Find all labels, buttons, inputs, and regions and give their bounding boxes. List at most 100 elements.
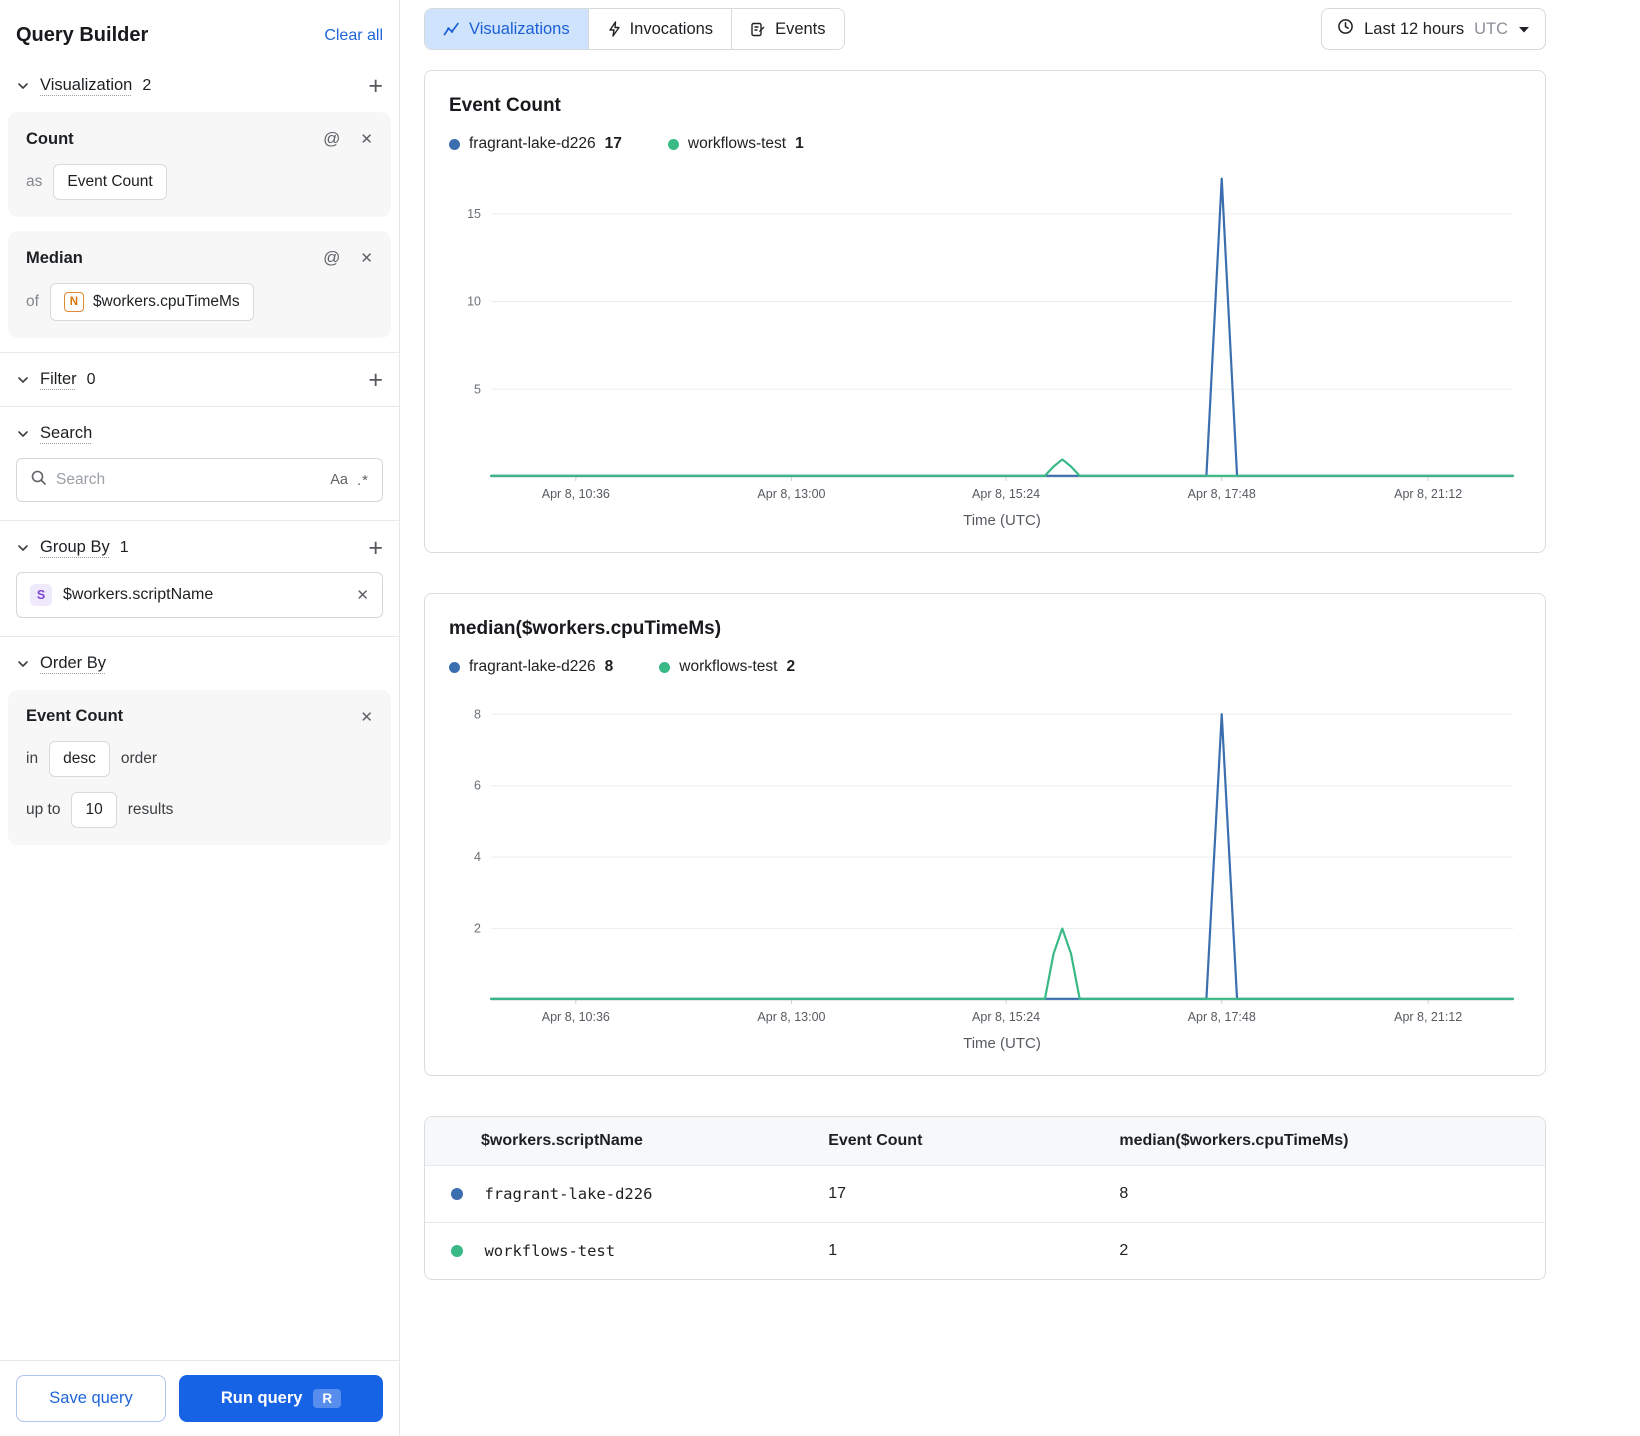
view-tabs: Visualizations Invocations Events [424, 8, 845, 50]
section-divider [0, 406, 399, 407]
save-query-button[interactable]: Save query [16, 1375, 166, 1422]
clear-all-link[interactable]: Clear all [324, 27, 383, 45]
group-by-section-header[interactable]: Group By 1 + [0, 525, 399, 570]
svg-text:Time (UTC): Time (UTC) [963, 512, 1041, 529]
section-divider [0, 520, 399, 521]
svg-text:15: 15 [467, 207, 481, 221]
event-count-alias-field[interactable]: Event Count [53, 164, 167, 200]
topbar: Visualizations Invocations Events Last 1… [424, 8, 1546, 50]
median-function-label[interactable]: Median [26, 249, 323, 268]
order-by-section-header[interactable]: Order By [0, 641, 399, 686]
legend-item[interactable]: fragrant-lake-d226 8 [449, 658, 613, 676]
run-query-button[interactable]: Run query R [179, 1375, 383, 1422]
tab-label: Visualizations [469, 19, 570, 38]
remove-median-button[interactable]: ✕ [360, 249, 373, 267]
search-input[interactable] [56, 471, 322, 489]
sort-direction-field[interactable]: desc [49, 741, 110, 777]
app-root: Query Builder Clear all Visualization 2 … [0, 0, 1640, 1436]
order-by-field-label[interactable]: Event Count [26, 707, 360, 726]
count-function-label[interactable]: Count [26, 130, 323, 149]
add-filter-button[interactable]: + [368, 367, 383, 392]
sort-direction-value: desc [63, 750, 96, 767]
svg-text:Apr 8, 21:12: Apr 8, 21:12 [1394, 1010, 1462, 1024]
group-by-section-label: Group By [40, 538, 110, 556]
script-name-cell: workflows-test [484, 1242, 616, 1261]
filter-section-header[interactable]: Filter 0 + [0, 357, 399, 402]
search-section-label: Search [40, 424, 93, 442]
legend-item[interactable]: workflows-test 1 [667, 135, 804, 153]
svg-text:Apr 8, 17:48: Apr 8, 17:48 [1188, 487, 1256, 501]
group-by-item[interactable]: S $workers.scriptName ✕ [16, 572, 383, 618]
mention-icon[interactable]: @ [323, 248, 340, 268]
limit-field[interactable]: 10 [71, 792, 117, 828]
match-case-toggle[interactable]: Aa [330, 472, 348, 488]
table-row[interactable]: workflows-test 1 2 [425, 1222, 1545, 1280]
series-dot [451, 1245, 463, 1258]
number-type-icon: N [63, 292, 84, 312]
tab-visualizations[interactable]: Visualizations [425, 9, 588, 49]
legend-value: 2 [786, 658, 796, 675]
event-count-chart[interactable]: 5 10 15 Apr 8, 10:36 Apr 8, 13:00 Apr 8, 15:2… [449, 163, 1521, 540]
legend-item[interactable]: fragrant-lake-d226 17 [449, 135, 622, 153]
visualization-section-header[interactable]: Visualization 2 + [0, 63, 399, 108]
chevron-down-icon [1518, 20, 1530, 39]
median-cell: 8 [1119, 1164, 1545, 1223]
visualization-count: 2 [142, 76, 152, 94]
remove-count-button[interactable]: ✕ [360, 130, 373, 148]
section-divider [0, 352, 399, 353]
legend-name: workflows-test [687, 135, 787, 152]
search-box: Aa .* [16, 458, 383, 502]
up-to-label: up to [26, 801, 61, 818]
series-dot [659, 661, 671, 673]
chevron-down-icon [16, 373, 30, 387]
remove-group-by-button[interactable]: ✕ [356, 586, 369, 604]
of-label: of [26, 293, 39, 310]
visualization-section-label: Visualization [40, 76, 133, 94]
alias-value: Event Count [67, 173, 153, 190]
table-header-row: $workers.scriptName Event Count median($… [425, 1117, 1545, 1166]
limit-value: 10 [85, 801, 103, 818]
svg-text:Apr 8, 13:00: Apr 8, 13:00 [757, 1010, 825, 1024]
query-builder-panel: Query Builder Clear all Visualization 2 … [0, 0, 400, 1436]
remove-order-by-button[interactable]: ✕ [360, 708, 373, 726]
median-cpu-chart[interactable]: 2 4 6 8 Apr 8, 10:36 Apr 8, 13:00 Apr 8, 15:24… [449, 686, 1521, 1063]
order-label: order [120, 750, 158, 767]
results-label: results [127, 801, 174, 818]
query-builder-content: Query Builder Clear all Visualization 2 … [0, 0, 399, 1360]
table-header-median: median($workers.cpuTimeMs) [1119, 1132, 1349, 1149]
order-by-card: Event Count ✕ in desc order up to 10 res… [8, 690, 391, 845]
add-group-by-button[interactable]: + [368, 535, 383, 560]
tab-events[interactable]: Events [731, 9, 844, 49]
svg-text:Apr 8, 10:36: Apr 8, 10:36 [542, 487, 610, 501]
legend-item[interactable]: workflows-test 2 [659, 658, 795, 676]
string-type-icon: S [30, 584, 52, 606]
run-query-shortcut-badge: R [313, 1389, 342, 1408]
filter-section-label: Filter [40, 370, 77, 388]
main-content: Visualizations Invocations Events Last 1… [400, 0, 1640, 1436]
visualization-card-median: Median @ ✕ of N $workers.cpuTimeMs [8, 231, 391, 338]
clock-icon [1337, 18, 1354, 40]
add-visualization-button[interactable]: + [368, 73, 383, 98]
median-field-selector[interactable]: N $workers.cpuTimeMs [49, 283, 254, 321]
lightning-icon [607, 21, 621, 37]
time-range-dropdown[interactable]: Last 12 hours UTC [1321, 8, 1546, 50]
chevron-down-icon [16, 541, 30, 555]
chevron-down-icon [16, 427, 30, 441]
tab-invocations[interactable]: Invocations [587, 9, 732, 49]
legend-value: 8 [604, 658, 614, 675]
event-count-cell: 17 [828, 1164, 1120, 1223]
table-row[interactable]: fragrant-lake-d226 17 8 [425, 1164, 1545, 1223]
table-header-scriptname: $workers.scriptName [481, 1132, 643, 1149]
svg-text:Apr 8, 15:24: Apr 8, 15:24 [972, 1010, 1040, 1024]
search-section-header[interactable]: Search [0, 411, 399, 456]
visualization-card-count: Count @ ✕ as Event Count [8, 112, 391, 217]
svg-text:2: 2 [474, 922, 481, 936]
mention-icon[interactable]: @ [323, 129, 340, 149]
time-range-label: Last 12 hours [1364, 19, 1465, 38]
section-divider [0, 636, 399, 637]
svg-text:Apr 8, 17:48: Apr 8, 17:48 [1188, 1010, 1256, 1024]
regex-toggle[interactable]: .* [357, 472, 369, 489]
chevron-down-icon [16, 657, 30, 671]
chart-title: Event Count [449, 95, 561, 116]
events-icon [750, 21, 766, 37]
